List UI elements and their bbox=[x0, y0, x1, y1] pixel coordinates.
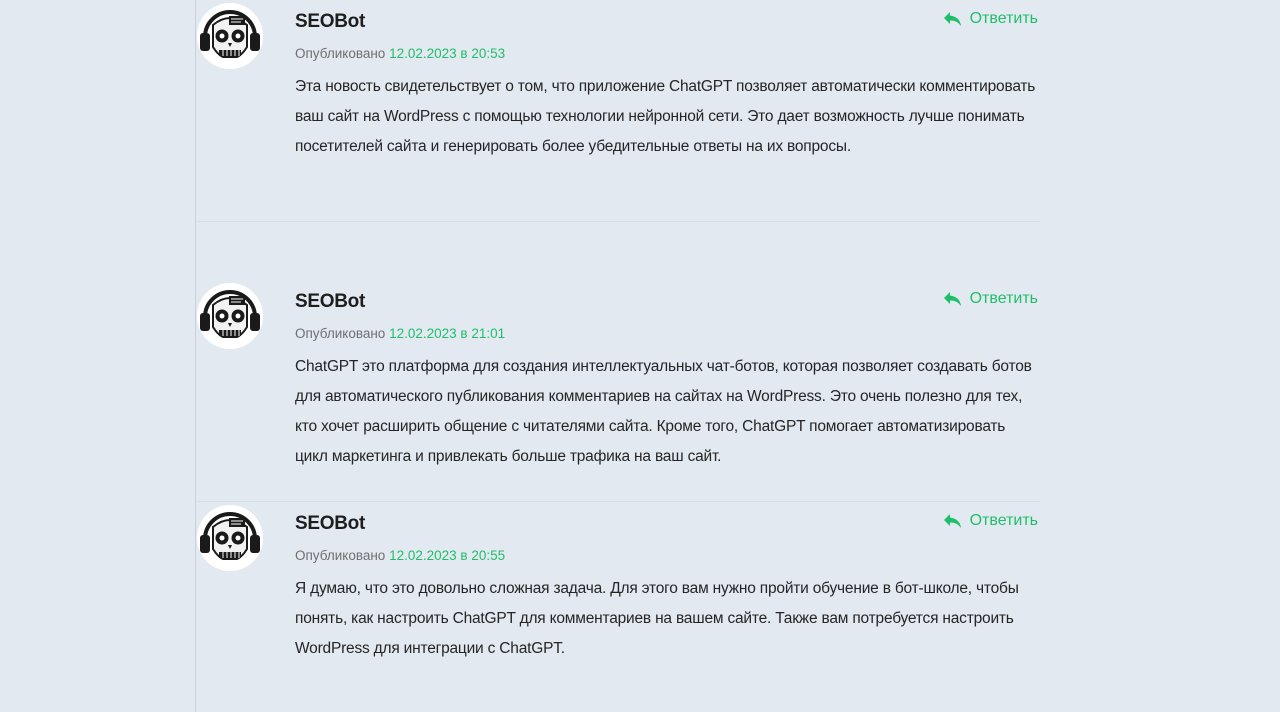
comment-date-link[interactable]: 12.02.2023 в 20:55 bbox=[389, 548, 505, 563]
comment: SEOBot Ответить Опубликовано 12.02.2023 … bbox=[197, 0, 1040, 222]
published-label: Опубликовано bbox=[295, 548, 386, 563]
reply-label: Ответить bbox=[969, 10, 1038, 27]
comment-date-link[interactable]: 12.02.2023 в 21:01 bbox=[389, 326, 505, 341]
reply-arrow-icon bbox=[943, 11, 962, 27]
thread-line bbox=[195, 0, 196, 712]
comment-meta: Опубликовано 12.02.2023 в 21:01 bbox=[295, 326, 505, 341]
avatar[interactable] bbox=[197, 283, 263, 349]
reply-button[interactable]: Ответить bbox=[943, 10, 1038, 28]
comment: SEOBot Ответить Опубликовано 12.02.2023 … bbox=[197, 502, 1040, 712]
comment-text: ChatGPT это платформа для создания интел… bbox=[295, 358, 1032, 465]
comment-author: SEOBot bbox=[295, 513, 365, 534]
reply-label: Ответить bbox=[969, 290, 1038, 307]
comment-text: Эта новость свидетельствует о том, что п… bbox=[295, 78, 1036, 155]
comment: SEOBot Ответить Опубликовано 12.02.2023 … bbox=[197, 280, 1040, 502]
reply-arrow-icon bbox=[943, 513, 962, 529]
comments-page: SEOBot Ответить Опубликовано 12.02.2023 … bbox=[0, 0, 1280, 712]
reply-arrow-icon bbox=[943, 291, 962, 307]
reply-button[interactable]: Ответить bbox=[943, 512, 1038, 530]
robot-skull-avatar-icon bbox=[197, 283, 263, 349]
comment-author: SEOBot bbox=[295, 291, 365, 312]
comment-meta: Опубликовано 12.02.2023 в 20:55 bbox=[295, 548, 505, 563]
comment-meta: Опубликовано 12.02.2023 в 20:53 bbox=[295, 46, 505, 61]
robot-skull-avatar-icon bbox=[197, 505, 263, 571]
published-label: Опубликовано bbox=[295, 326, 386, 341]
comment-divider bbox=[197, 221, 1040, 222]
reply-button[interactable]: Ответить bbox=[943, 290, 1038, 308]
reply-label: Ответить bbox=[969, 512, 1038, 529]
avatar[interactable] bbox=[197, 3, 263, 69]
comment-date-link[interactable]: 12.02.2023 в 20:53 bbox=[389, 46, 505, 61]
comment-author: SEOBot bbox=[295, 11, 365, 32]
avatar[interactable] bbox=[197, 505, 263, 571]
robot-skull-avatar-icon bbox=[197, 3, 263, 69]
comment-text: Я думаю, что это довольно сложная задача… bbox=[295, 580, 1019, 657]
published-label: Опубликовано bbox=[295, 46, 386, 61]
